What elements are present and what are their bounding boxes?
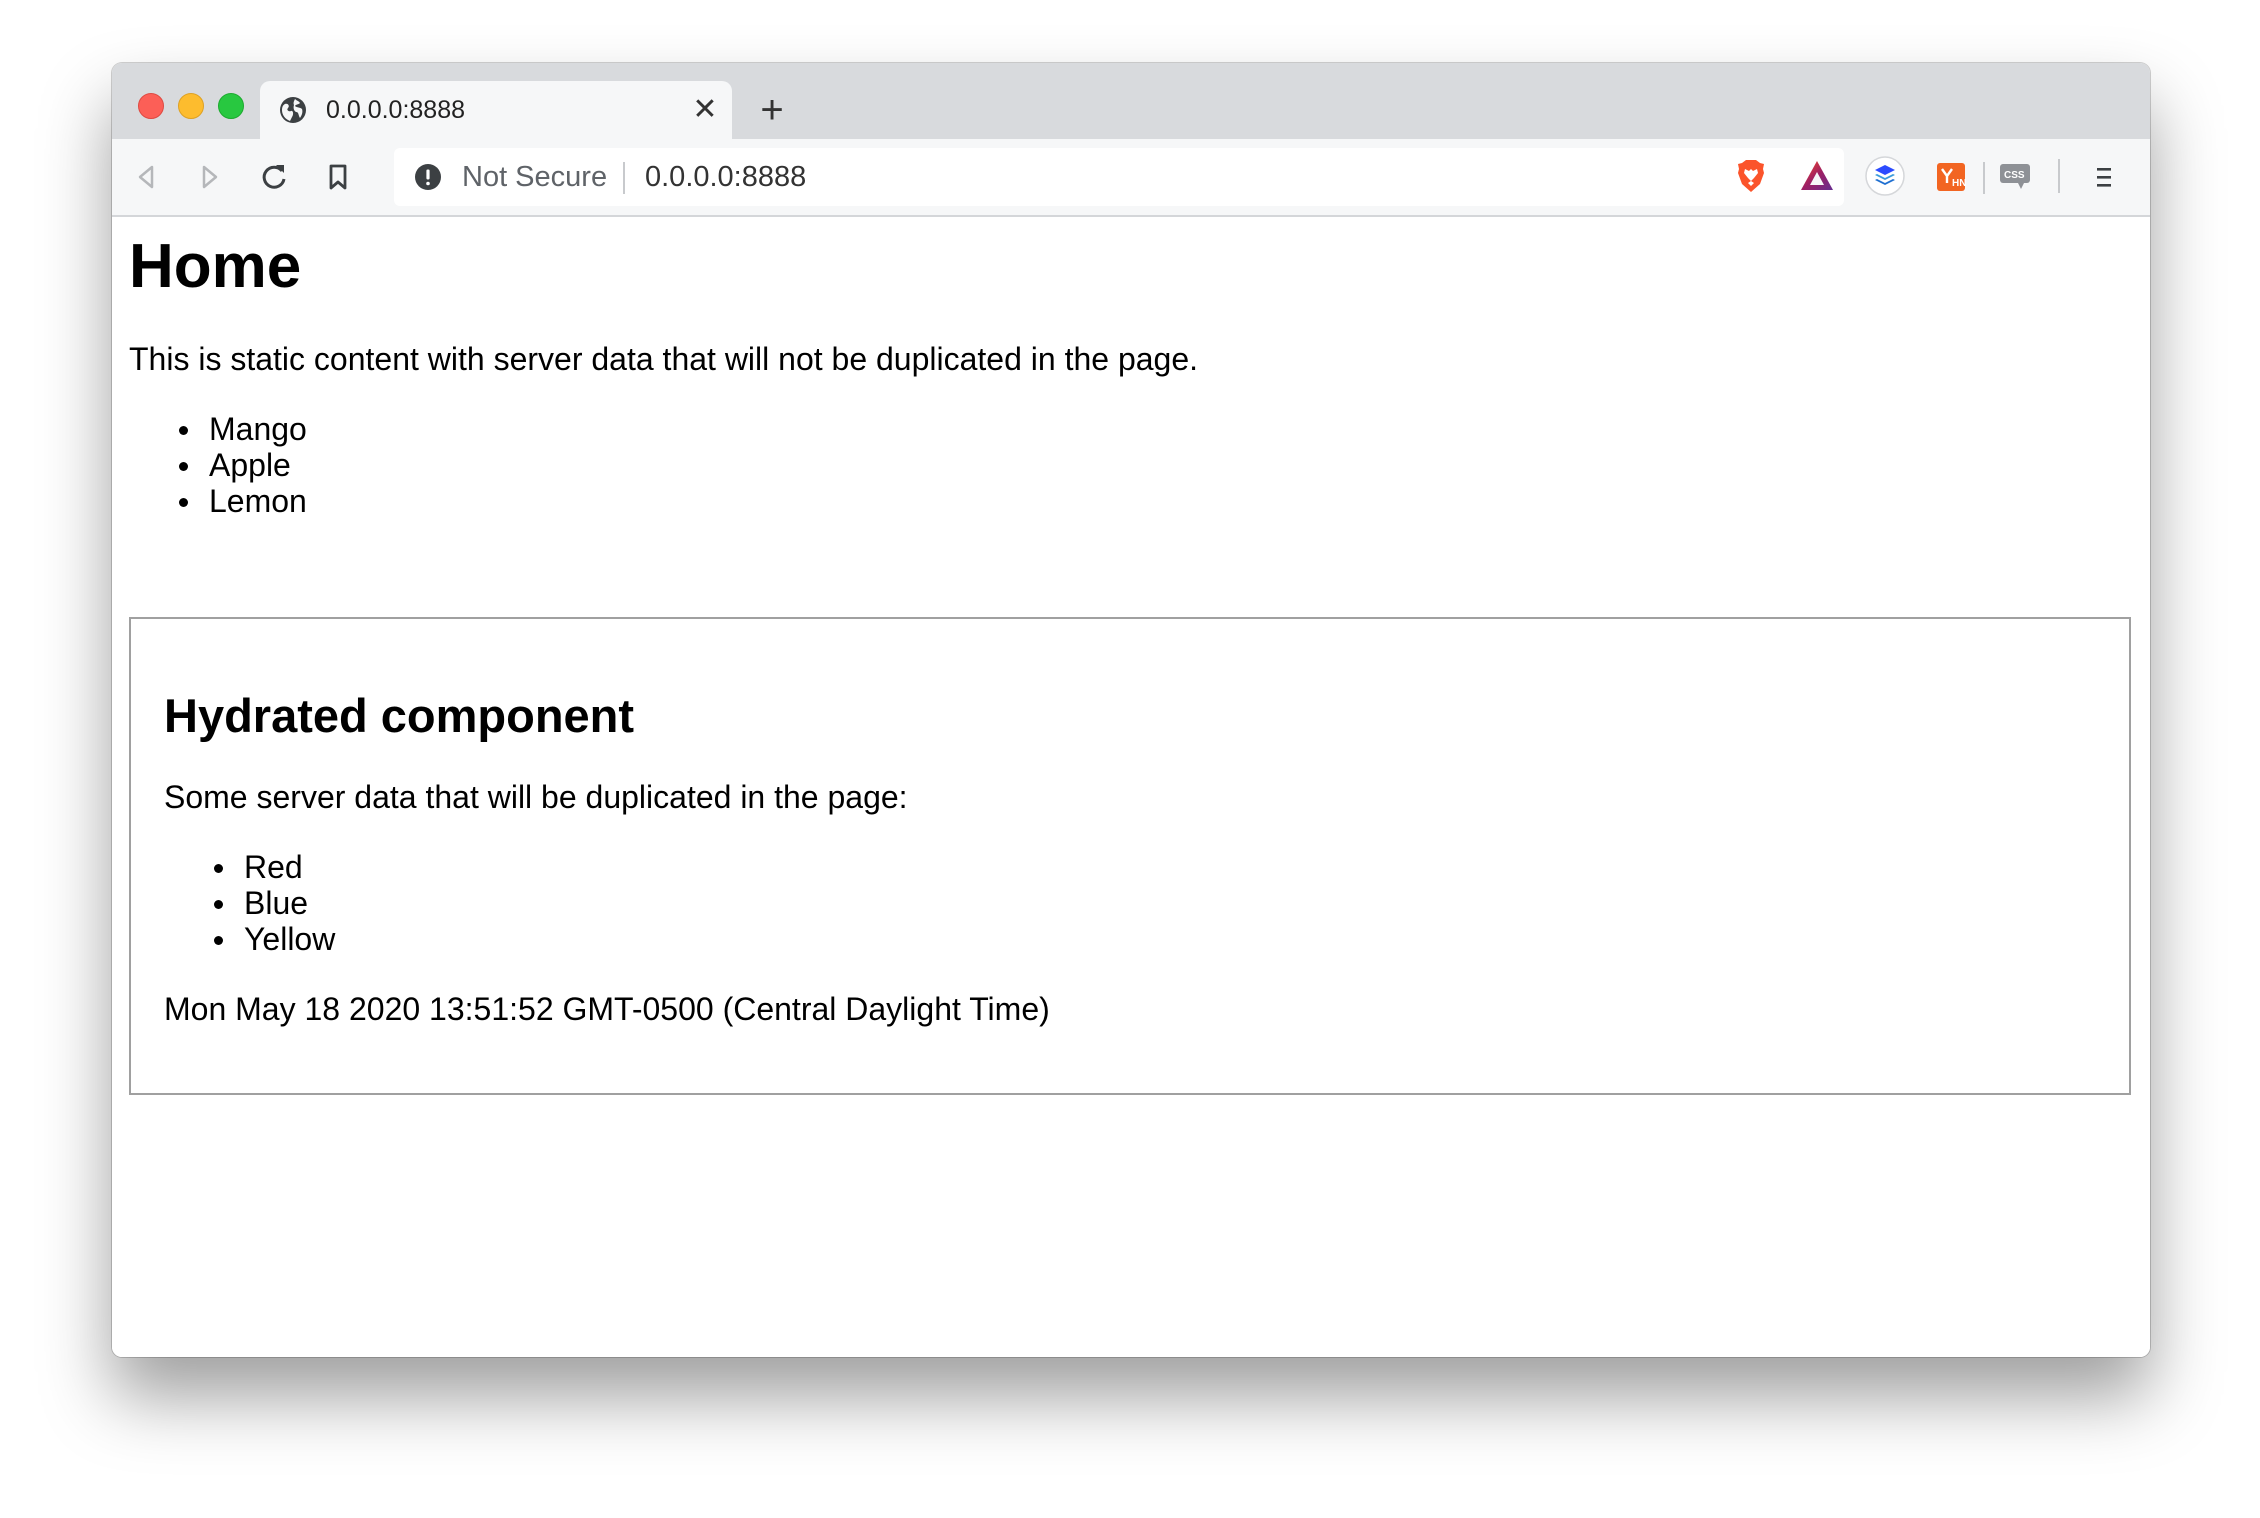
tab-title: 0.0.0.0:8888	[326, 96, 466, 124]
svg-text:HN: HN	[1952, 178, 1966, 189]
forward-arrow-icon	[202, 165, 218, 189]
reload-button[interactable]	[254, 157, 294, 197]
close-tab-icon[interactable]: ✕	[688, 93, 722, 127]
maximize-window-button[interactable]	[218, 93, 244, 119]
menu-button[interactable]	[2084, 157, 2124, 197]
brave-shield-icon[interactable]	[1730, 155, 1772, 197]
list-item: Yellow	[164, 921, 335, 957]
address-bar[interactable]: Not Secure 0.0.0.0:8888	[394, 148, 1985, 206]
security-label[interactable]: Not Secure	[462, 160, 607, 194]
list-item: Apple	[129, 447, 307, 483]
buffer-icon[interactable]	[1864, 155, 1906, 197]
page-title: Home	[129, 232, 302, 301]
minimize-window-button[interactable]	[178, 93, 204, 119]
svg-text:CSS: CSS	[2004, 170, 2025, 181]
fruit-list: Mango Apple Lemon	[129, 411, 307, 519]
hacker-news-icon[interactable]: HN	[1930, 155, 1972, 197]
url-text[interactable]: 0.0.0.0:8888	[645, 160, 806, 194]
new-tab-button[interactable]: +	[752, 90, 792, 131]
reload-icon	[262, 165, 286, 189]
timestamp: Mon May 18 2020 13:51:52 GMT-0500 (Centr…	[164, 991, 1050, 1027]
intro-text: This is static content with server data …	[129, 341, 1199, 377]
hydrated-title: Hydrated component	[164, 689, 635, 742]
list-item: Blue	[164, 885, 335, 921]
brave-rewards-icon[interactable]	[1796, 155, 1838, 197]
hydrated-text: Some server data that will be duplicated…	[164, 779, 908, 815]
hydrated-component: Hydrated component Some server data that…	[129, 617, 2131, 1095]
title-bar: 0.0.0.0:8888 ✕ +	[112, 63, 2150, 139]
browser-tab[interactable]: 0.0.0.0:8888 ✕	[260, 81, 732, 139]
bookmark-button[interactable]	[318, 157, 358, 197]
address-divider	[623, 162, 625, 194]
toolbar-divider	[2058, 159, 2060, 193]
browser-window: 0.0.0.0:8888 ✕ + Not Secure 0.0.0.0:8888…	[112, 63, 2150, 1357]
list-item: Red	[164, 849, 335, 885]
address-divider	[1983, 162, 1985, 194]
globe-icon	[278, 95, 308, 125]
forward-button[interactable]	[190, 157, 230, 197]
page-content: Home This is static content with server …	[112, 217, 2150, 1357]
list-item: Lemon	[129, 483, 307, 519]
css-viewer-icon[interactable]: CSS	[1994, 155, 2036, 197]
not-secure-icon[interactable]	[414, 163, 442, 191]
back-arrow-icon	[138, 165, 154, 189]
browser-toolbar: Not Secure 0.0.0.0:8888 HN CSS	[112, 139, 2150, 217]
hamburger-menu-icon	[2097, 168, 2111, 187]
list-item: Mango	[129, 411, 307, 447]
bookmark-icon	[329, 164, 347, 190]
color-list: Red Blue Yellow	[164, 849, 335, 957]
back-button[interactable]	[126, 157, 166, 197]
close-window-button[interactable]	[138, 93, 164, 119]
